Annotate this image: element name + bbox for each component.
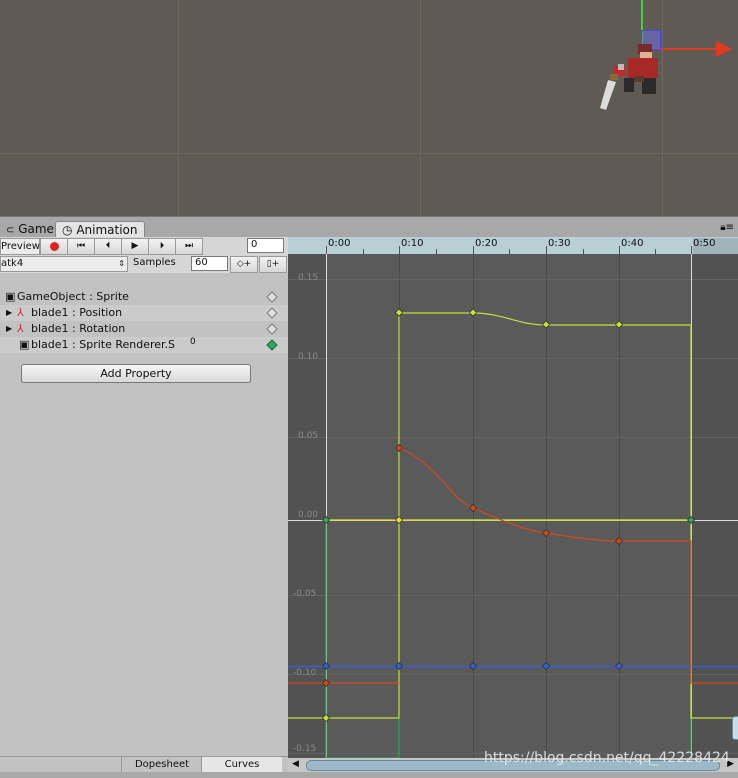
window-tab-bar: ⊂ Game ◷ Animation 🔒︎≡ <box>0 216 738 239</box>
add-event-button[interactable]: ▯+ <box>259 256 287 273</box>
property-row[interactable]: ▣ GameObject : Sprite <box>0 289 288 305</box>
ruler-label: 0:00 <box>328 238 351 249</box>
transform-icon: ⅄ <box>17 306 24 319</box>
keyframe <box>395 444 403 452</box>
tab-dopesheet[interactable]: Dopesheet <box>121 757 202 772</box>
record-icon <box>49 242 59 251</box>
ruler-ticks <box>326 246 692 254</box>
view-mode-bar: Dopesheet Curves <box>0 756 288 773</box>
character-sprite[interactable] <box>598 40 670 112</box>
keyframe <box>395 308 403 317</box>
frame-field[interactable]: 0 <box>247 238 284 253</box>
add-key-icon: ◇+ <box>236 259 252 269</box>
game-icon: ⊂ <box>6 225 15 236</box>
add-event-icon: ▯+ <box>266 259 280 269</box>
keyframe <box>542 320 550 329</box>
add-keyframe-button[interactable]: ◇+ <box>230 256 258 273</box>
status-bar <box>0 772 738 778</box>
record-button[interactable] <box>40 238 68 255</box>
curve-green <box>325 519 692 758</box>
sprite-icon: ▣ <box>19 338 30 351</box>
keyframe <box>615 320 623 329</box>
transform-icon: ⅄ <box>17 322 24 335</box>
watermark: https://blog.csdn.net/qq_42228424 <box>484 750 730 766</box>
keyframe-diamond-icon[interactable] <box>266 339 278 351</box>
animation-toolbar: Preview ⏮ ⏴ ▶ ⏵ ⏭ 0 <box>0 237 288 256</box>
property-list: ▣ GameObject : Sprite ▶ ⅄ blade1 : Posit… <box>0 273 288 756</box>
step-forward-icon: ⏵ <box>159 241 165 251</box>
vertical-scroll-handle[interactable] <box>732 716 738 740</box>
tab-curves[interactable]: Curves <box>201 757 282 772</box>
play-button[interactable]: ▶ <box>121 238 149 255</box>
scroll-left-icon[interactable]: ◀ <box>292 759 299 769</box>
value-label: -0.15 <box>293 744 317 754</box>
clock-icon: ◷ <box>62 223 73 237</box>
keyframe-diamond-icon[interactable] <box>266 323 278 335</box>
scene-view[interactable] <box>0 0 738 216</box>
samples-label: Samples <box>133 257 176 268</box>
curve-red <box>398 447 738 684</box>
move-gizmo-x-arrow[interactable] <box>716 41 732 57</box>
curve-plot[interactable] <box>288 254 738 758</box>
clip-selector[interactable]: atk4 ⇕ <box>0 256 128 272</box>
preview-toggle[interactable]: Preview <box>0 238 40 255</box>
ruler-label: 0:40 <box>621 238 644 249</box>
timeline-ruler[interactable]: 0:00 0:10 0:20 0:30 0:40 0:50 <box>288 237 738 255</box>
keyframe <box>542 529 550 537</box>
keyframe <box>615 537 623 545</box>
skip-end-icon: ⏭ <box>184 241 194 251</box>
ruler-label: 0:20 <box>475 238 498 249</box>
ruler-label: 0:30 <box>548 238 571 249</box>
step-back-icon: ⏴ <box>105 241 111 251</box>
keyframe <box>542 662 550 670</box>
keyframe <box>395 516 403 524</box>
clip-toolbar: atk4 ⇕ Samples 60 ◇+ ▯+ <box>0 255 288 274</box>
tab-game[interactable]: ⊂ Game <box>0 221 60 238</box>
property-row[interactable]: ▶ ⅄ blade1 : Rotation <box>0 321 288 337</box>
expand-arrow-icon[interactable]: ▶ <box>6 305 12 321</box>
ruler-label: 0:10 <box>401 238 424 249</box>
keyframe <box>469 504 477 512</box>
property-row[interactable]: ▣ blade1 : Sprite Renderer.S 0 <box>0 337 288 353</box>
value-label: 0.00 <box>298 510 319 520</box>
value-label: -0.10 <box>293 668 317 678</box>
ruler-label: 0:50 <box>693 238 738 254</box>
play-icon: ▶ <box>131 241 139 251</box>
skip-start-icon: ⏮ <box>76 241 86 251</box>
samples-field[interactable]: 60 <box>191 256 228 271</box>
property-row[interactable]: ▶ ⅄ blade1 : Position <box>0 305 288 321</box>
curve-editor[interactable]: 0.15 0.10 0.05 0.00 -0.05 -0.10 -0.15 <box>288 254 738 758</box>
sprite-icon: ▣ <box>5 290 16 303</box>
keyframe <box>469 308 477 317</box>
first-keyframe-button[interactable]: ⏮ <box>67 238 95 255</box>
last-keyframe-button[interactable]: ⏭ <box>175 238 203 255</box>
value-label: 0.05 <box>298 431 319 441</box>
value-label: 0.10 <box>298 352 319 362</box>
keyframe <box>469 662 477 670</box>
keyframe <box>615 662 623 670</box>
value-label: 0.15 <box>298 273 319 283</box>
lock-icon[interactable]: 🔒︎≡ <box>720 222 734 233</box>
dropdown-icon: ⇕ <box>118 259 125 268</box>
keyframe-diamond-icon[interactable] <box>266 307 278 319</box>
add-property-button[interactable]: Add Property <box>21 364 251 383</box>
expand-arrow-icon[interactable]: ▶ <box>6 321 12 337</box>
value-label: -0.05 <box>293 589 317 599</box>
property-value: 0 <box>190 337 196 347</box>
prev-keyframe-button[interactable]: ⏴ <box>94 238 122 255</box>
next-keyframe-button[interactable]: ⏵ <box>148 238 176 255</box>
keyframe <box>395 662 403 670</box>
keyframe-diamond-icon[interactable] <box>266 291 278 303</box>
